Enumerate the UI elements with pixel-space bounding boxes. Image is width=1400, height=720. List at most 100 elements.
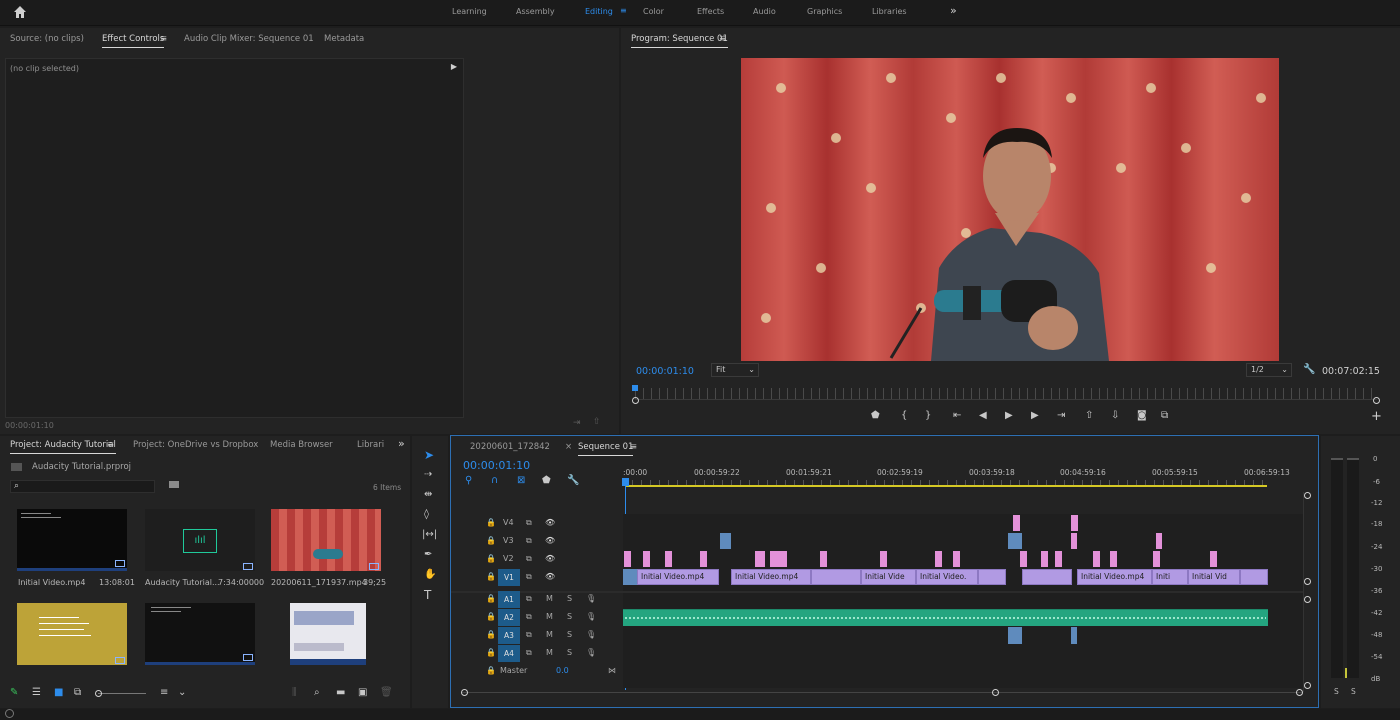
- pen-tool-icon[interactable]: ✒: [424, 550, 432, 560]
- mic-icon[interactable]: 🎙: [586, 630, 596, 639]
- mic-icon[interactable]: 🎙: [586, 648, 596, 657]
- tab-sequence-20200601[interactable]: 20200601_172842: [470, 436, 550, 458]
- clip-a3[interactable]: [1071, 627, 1077, 644]
- panel-menu-icon[interactable]: ≡: [160, 28, 167, 50]
- timeline-settings-icon[interactable]: 🔧: [567, 476, 579, 486]
- clip-v2[interactable]: [1153, 551, 1160, 567]
- clip-a3[interactable]: [1008, 627, 1022, 644]
- clip-v3[interactable]: [1071, 533, 1077, 549]
- workspace-menu-icon[interactable]: ≡: [620, 6, 627, 15]
- lock-icon[interactable]: 🔒: [486, 518, 496, 527]
- tab-project-onedrive[interactable]: Project: OneDrive vs Dropbox: [133, 434, 258, 456]
- clip-v4[interactable]: [1013, 515, 1020, 531]
- workspace-graphics[interactable]: Graphics: [807, 7, 842, 16]
- slip-tool-icon[interactable]: |↔|: [422, 530, 437, 540]
- tab-source[interactable]: Source: (no clips): [10, 28, 84, 50]
- lock-icon[interactable]: 🔒: [486, 554, 496, 563]
- eye-icon[interactable]: 👁: [545, 536, 555, 545]
- track-select-tool-icon[interactable]: ⇢: [424, 470, 432, 480]
- razor-tool-icon[interactable]: ◊: [424, 510, 429, 520]
- clip-v1[interactable]: [623, 569, 637, 585]
- sync-lock-icon[interactable]: ⧉: [526, 536, 532, 546]
- workspace-audio[interactable]: Audio: [753, 7, 776, 16]
- sync-lock-icon[interactable]: ⧉: [526, 648, 532, 658]
- thumb-initial-video[interactable]: [17, 509, 127, 571]
- track-label[interactable]: V4: [503, 518, 514, 527]
- clip-v1[interactable]: Initial Video.: [916, 569, 978, 585]
- clip-v2[interactable]: [643, 551, 650, 567]
- thumb-yellow-document[interactable]: [17, 603, 127, 665]
- clip-v2[interactable]: [770, 551, 787, 567]
- eye-icon[interactable]: 👁: [545, 554, 555, 563]
- clip-v3[interactable]: [1008, 533, 1022, 549]
- find-icon[interactable]: ⌕: [314, 688, 320, 698]
- tab-media-browser[interactable]: Media Browser: [270, 434, 333, 456]
- workspace-editing[interactable]: Editing: [585, 7, 613, 16]
- clip-v3[interactable]: [1156, 533, 1162, 549]
- clip-v4[interactable]: [1071, 515, 1078, 531]
- solo-button[interactable]: S: [567, 630, 572, 639]
- mark-out-icon[interactable]: }: [925, 411, 931, 421]
- add-marker-icon[interactable]: ⬟: [542, 476, 551, 486]
- clip-v2[interactable]: [1210, 551, 1217, 567]
- program-timecode[interactable]: 00:00:01:10: [636, 366, 694, 377]
- close-tab-icon[interactable]: ×: [565, 436, 572, 458]
- clip-v2[interactable]: [953, 551, 960, 567]
- mute-button[interactable]: M: [546, 612, 553, 621]
- solo-button[interactable]: S: [567, 594, 572, 603]
- master-value[interactable]: 0.0: [556, 666, 569, 675]
- export-frame-icon[interactable]: ◙: [1137, 411, 1147, 421]
- clip-v3[interactable]: [720, 533, 731, 549]
- thumb-screenshot[interactable]: [290, 603, 366, 665]
- chevron-down-icon[interactable]: ⌄: [178, 688, 186, 698]
- workspace-assembly[interactable]: Assembly: [516, 7, 555, 16]
- new-item-icon[interactable]: ▣: [358, 688, 367, 698]
- thumb-audacity-audio[interactable]: ılıl: [145, 509, 255, 571]
- workspace-color[interactable]: Color: [643, 7, 664, 16]
- lock-icon[interactable]: 🔒: [486, 536, 496, 545]
- audio-clip-a2[interactable]: [623, 609, 1268, 626]
- horizontal-scrollbar[interactable]: [461, 688, 1303, 698]
- solo-button[interactable]: S: [567, 648, 572, 657]
- clip-v1[interactable]: [811, 569, 861, 585]
- clip-v2[interactable]: [1055, 551, 1062, 567]
- clip-v2[interactable]: [1110, 551, 1117, 567]
- lock-icon[interactable]: 🔒: [486, 648, 496, 657]
- clear-icon[interactable]: 🗑: [380, 688, 393, 698]
- clip-v2[interactable]: [1041, 551, 1048, 567]
- sync-lock-icon[interactable]: ⧉: [526, 594, 532, 604]
- playhead-head[interactable]: [622, 478, 629, 486]
- add-marker-icon[interactable]: ⬟: [871, 411, 880, 421]
- clip-v2[interactable]: [1093, 551, 1100, 567]
- lock-icon[interactable]: 🔒: [486, 630, 496, 639]
- new-bin-icon[interactable]: ▬: [336, 688, 345, 698]
- mute-button[interactable]: M: [546, 630, 553, 639]
- automate-icon[interactable]: ⫼: [292, 688, 297, 698]
- selection-tool-icon[interactable]: ➤: [424, 449, 434, 461]
- go-to-end-icon[interactable]: ⋈: [608, 666, 616, 675]
- track-label[interactable]: A2: [498, 609, 520, 626]
- share-icon[interactable]: ⇧: [593, 417, 601, 427]
- solo-right-button[interactable]: S: [1351, 687, 1356, 696]
- play-icon[interactable]: ▶: [1005, 411, 1013, 421]
- type-tool-icon[interactable]: T: [424, 589, 431, 601]
- clip-v2[interactable]: [700, 551, 707, 567]
- timeline-menu-icon[interactable]: ≡: [630, 436, 637, 458]
- sync-lock-icon[interactable]: ⧉: [526, 554, 532, 564]
- clip-v1[interactable]: Initial Vid: [1188, 569, 1240, 585]
- nest-toggle-icon[interactable]: ⚲: [465, 476, 472, 486]
- tab-metadata[interactable]: Metadata: [324, 28, 364, 50]
- resolution-dropdown[interactable]: 1/2 ⌄: [1246, 363, 1292, 377]
- mark-in-icon[interactable]: {: [901, 411, 907, 421]
- clip-v1[interactable]: Initial Video.mp4: [637, 569, 719, 585]
- track-label[interactable]: V1: [498, 569, 520, 586]
- solo-left-button[interactable]: S: [1334, 687, 1339, 696]
- fit-dropdown[interactable]: Fit ⌄: [711, 363, 759, 377]
- workspace-libraries[interactable]: Libraries: [872, 7, 907, 16]
- add-button-icon[interactable]: +: [1371, 409, 1382, 424]
- sync-lock-icon[interactable]: ⧉: [526, 630, 532, 640]
- eye-icon[interactable]: 👁: [545, 518, 555, 527]
- sort-icon[interactable]: ≡: [160, 688, 168, 698]
- step-forward-icon[interactable]: ▶: [1031, 411, 1039, 421]
- lock-icon[interactable]: 🔒: [486, 572, 496, 581]
